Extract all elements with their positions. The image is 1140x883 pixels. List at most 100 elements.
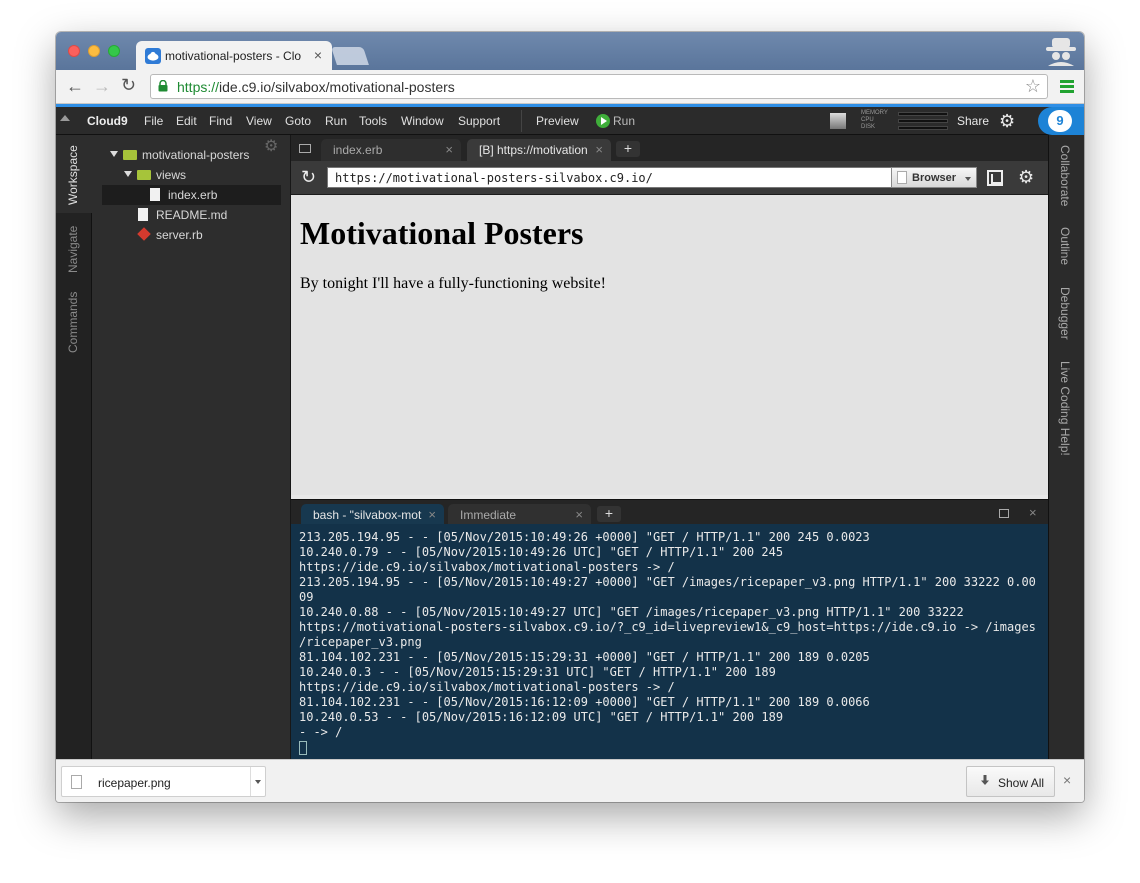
menu-file[interactable]: File <box>144 114 163 128</box>
show-all-downloads-button[interactable]: Show All <box>966 766 1055 797</box>
terminal-line: 10.240.0.3 - - [05/Nov/2015:15:29:31 UTC… <box>299 665 776 679</box>
menu-find[interactable]: Find <box>209 114 232 128</box>
refresh-icon[interactable]: ↻ <box>301 167 316 188</box>
terminal-line: 10.240.0.79 - - [05/Nov/2015:10:49:26 UT… <box>299 545 784 559</box>
menu-icon[interactable] <box>1060 80 1074 94</box>
maximize-panel-icon[interactable] <box>999 509 1009 518</box>
tab-debugger[interactable]: Debugger <box>1049 283 1084 343</box>
terminal-prompt[interactable] <box>299 740 1048 755</box>
preview-settings-gear-icon[interactable]: ⚙ <box>1018 168 1034 186</box>
back-arrow-icon[interactable]: ← <box>66 76 84 97</box>
run-play-icon[interactable] <box>596 114 610 128</box>
new-tab-button[interactable] <box>331 47 369 65</box>
menu-support[interactable]: Support <box>458 114 500 128</box>
menu-goto[interactable]: Goto <box>285 114 311 128</box>
tab-commands[interactable]: Commands <box>56 283 92 357</box>
download-item[interactable]: ricepaper.png <box>61 766 266 797</box>
terminal-line: https://ide.c9.io/silvabox/motivational-… <box>299 560 675 574</box>
terminal-line: https://ide.c9.io/silvabox/motivational-… <box>299 680 675 694</box>
close-tab-icon[interactable]: × <box>595 142 603 157</box>
tab-navigate[interactable]: Navigate <box>56 215 92 281</box>
close-panel-icon[interactable]: × <box>1029 505 1037 520</box>
forward-arrow-icon[interactable]: → <box>93 76 111 97</box>
menu-view[interactable]: View <box>246 114 272 128</box>
show-all-label: Show All <box>998 776 1045 790</box>
tab-label: bash - "silvabox-mot <box>313 508 422 522</box>
downloads-bar: ricepaper.png Show All × <box>56 759 1084 802</box>
tab-index-erb[interactable]: index.erb × <box>321 139 461 161</box>
tab-label: Immediate <box>460 508 517 522</box>
reload-icon[interactable]: ↻ <box>121 75 136 96</box>
collapse-menu-icon[interactable] <box>60 115 70 121</box>
close-tab-icon[interactable]: × <box>445 142 453 157</box>
tab-live-coding-help[interactable]: Live Coding Help! <box>1049 357 1084 461</box>
zoom-window-button[interactable] <box>108 45 120 57</box>
cpu-meter <box>898 119 948 123</box>
menu-window[interactable]: Window <box>401 114 444 128</box>
tree-root-label: motivational-posters <box>142 148 250 162</box>
tab-outline[interactable]: Outline <box>1049 223 1084 271</box>
minimize-window-button[interactable] <box>88 45 100 57</box>
terminal-line: 09 <box>299 590 314 604</box>
terminal-cursor <box>299 740 307 755</box>
download-options-chevron-icon[interactable] <box>250 767 265 796</box>
chevron-down-icon <box>965 177 971 181</box>
tree-file-server-rb[interactable]: server.rb <box>102 225 281 245</box>
gear-icon[interactable]: ⚙ <box>999 112 1015 130</box>
close-window-button[interactable] <box>68 45 80 57</box>
terminal-output[interactable]: 213.205.194.95 - - [05/Nov/2015:10:49:26… <box>291 524 1048 759</box>
browser-tab-strip: motivational-posters - Clo × <box>56 32 1084 71</box>
panel-toggle-icon[interactable] <box>299 144 311 153</box>
c9-menu-bar: Cloud9 File Edit Find View Goto Run Tool… <box>56 107 1084 135</box>
close-tab-icon[interactable]: × <box>314 47 322 63</box>
popout-window-icon[interactable] <box>987 170 1003 186</box>
menu-edit[interactable]: Edit <box>176 114 197 128</box>
run-button[interactable]: Run <box>613 114 635 128</box>
tree-file-index-erb[interactable]: index.erb <box>102 185 281 205</box>
avatar[interactable] <box>830 113 846 129</box>
tab-label: index.erb <box>333 143 383 157</box>
preview-button[interactable]: Preview <box>536 114 579 128</box>
tree-file-readme[interactable]: README.md <box>102 205 281 225</box>
tab-bash[interactable]: bash - "silvabox-mot × <box>301 504 444 525</box>
expand-triangle-icon[interactable] <box>110 151 118 157</box>
expand-triangle-icon[interactable] <box>124 171 132 177</box>
tree-folder-views[interactable]: views <box>102 165 281 185</box>
ruby-file-icon <box>137 227 151 241</box>
folder-icon <box>123 150 137 160</box>
add-tab-button[interactable]: + <box>616 141 640 157</box>
preview-url-input[interactable]: https://motivational-posters-silvabox.c9… <box>327 167 892 188</box>
star-icon[interactable]: ☆ <box>1025 76 1041 97</box>
tab-workspace[interactable]: Workspace <box>56 135 92 213</box>
tab-browser-preview[interactable]: [B] https://motivation × <box>467 139 611 161</box>
tab-immediate[interactable]: Immediate × <box>448 504 591 525</box>
tab-collaborate[interactable]: Collaborate <box>1049 141 1084 211</box>
browser-toolbar: ← → ↻ https://ide.c9.io/silvabox/motivat… <box>56 70 1084 104</box>
close-tab-icon[interactable]: × <box>575 507 583 522</box>
cloud9-logo-icon[interactable]: 9 <box>1038 107 1084 135</box>
cloud9-menu[interactable]: Cloud9 <box>87 114 128 128</box>
menu-run[interactable]: Run <box>325 114 347 128</box>
menu-tools[interactable]: Tools <box>359 114 387 128</box>
disk-meter <box>898 126 948 130</box>
preview-mode-select[interactable]: Browser <box>891 167 977 188</box>
close-downloads-icon[interactable]: × <box>1063 772 1071 788</box>
tab-outline-label: Outline <box>1058 227 1072 266</box>
tree-file-label: server.rb <box>156 228 203 242</box>
terminal-line: - -> / <box>299 725 343 739</box>
file-tree: ⚙ motivational-posters views index.erb R… <box>92 135 291 759</box>
folder-icon <box>137 170 151 180</box>
download-arrow-icon <box>981 775 989 785</box>
terminal-line: https://motivational-posters-silvabox.c9… <box>299 620 1036 634</box>
resource-meters[interactable]: MEMORY CPU DISK <box>861 110 949 132</box>
tree-file-label: README.md <box>156 208 228 222</box>
terminal-line: 10.240.0.53 - - [05/Nov/2015:16:12:09 UT… <box>299 710 784 724</box>
share-button[interactable]: Share <box>957 114 989 128</box>
add-tab-button[interactable]: + <box>597 506 621 522</box>
close-tab-icon[interactable]: × <box>428 507 436 522</box>
tree-folder-root[interactable]: motivational-posters <box>102 145 281 165</box>
address-bar[interactable]: https://ide.c9.io/silvabox/motivational-… <box>150 74 1048 99</box>
browser-tab-active[interactable]: motivational-posters - Clo × <box>136 41 332 71</box>
url-scheme: https:// <box>177 79 220 95</box>
tab-debugger-label: Debugger <box>1058 287 1072 340</box>
